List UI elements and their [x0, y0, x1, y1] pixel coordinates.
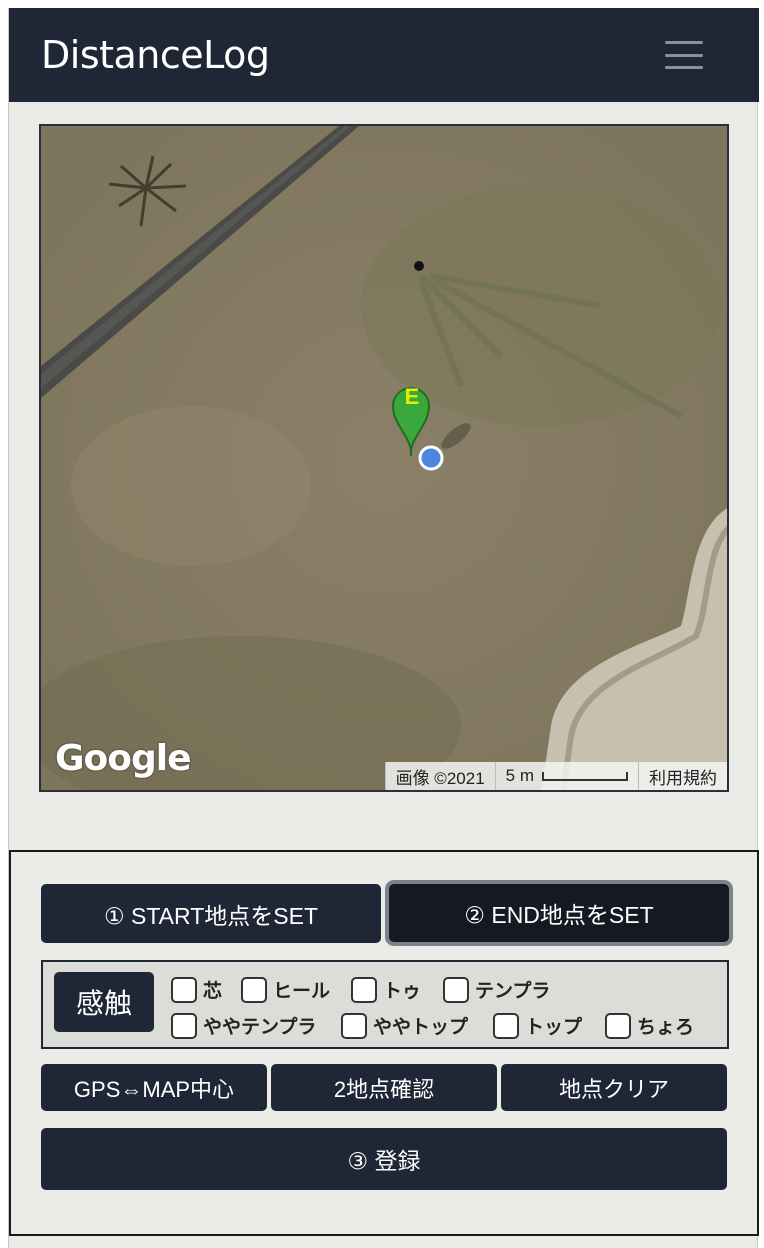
feel-checkbox-slight-top[interactable]: ややトップ — [341, 1012, 468, 1039]
brand-title[interactable]: DistanceLog — [41, 33, 270, 77]
checkbox-label: トップ — [525, 1017, 583, 1038]
map-imagery — [41, 126, 727, 790]
checkbox-label: トゥ — [383, 981, 422, 1002]
set-end-button[interactable]: ② END地点をSET — [385, 880, 733, 946]
feel-group: 感触 芯 ヒール トゥ テンプラ ややテンプラ ややトップ トップ ちょろ — [41, 960, 729, 1049]
checkbox[interactable] — [493, 1012, 519, 1039]
checkbox-label: 芯 — [203, 981, 223, 1002]
feel-checkbox-choro[interactable]: ちょろ — [605, 1012, 694, 1039]
checkbox[interactable] — [605, 1012, 631, 1039]
set-start-button[interactable]: ① START地点をSET — [41, 884, 381, 943]
checkbox[interactable] — [443, 976, 469, 1003]
hamburger-menu-icon[interactable] — [665, 41, 703, 69]
checkbox[interactable] — [171, 976, 197, 1003]
feel-checkbox-top[interactable]: トップ — [493, 1012, 582, 1039]
terms-link[interactable]: 利用規約 — [638, 762, 727, 790]
clear-points-button[interactable]: 地点クリア — [501, 1064, 727, 1111]
marker-label: E — [404, 384, 420, 409]
checkbox-label: ややトップ — [373, 1017, 469, 1038]
control-panel: ① START地点をSET ② END地点をSET 感触 芯 ヒール トゥ テン… — [9, 850, 759, 1236]
hamburger-line — [665, 41, 703, 44]
checkbox[interactable] — [341, 1012, 367, 1039]
feel-checkbox-heel[interactable]: ヒール — [241, 976, 330, 1003]
scale-label: 5 m — [505, 766, 534, 785]
feel-label: 感触 — [54, 972, 154, 1032]
hamburger-line — [665, 53, 703, 57]
checkbox-label: ちょろ — [637, 1017, 695, 1038]
map-footer: 画像 ©2021 5 m 利用規約 — [384, 762, 727, 790]
app-frame: DistanceLog E Google 画像 ©2021 5 m 利用規約 ①… — [8, 8, 759, 1248]
hamburger-line — [665, 66, 703, 69]
navbar: DistanceLog — [9, 8, 759, 102]
satellite-map[interactable]: E Google 画像 ©2021 5 m 利用規約 — [39, 124, 729, 792]
imagery-credit: 画像 ©2021 — [384, 762, 495, 790]
scale-bar[interactable]: 5 m — [494, 762, 638, 790]
gps-map-center-button[interactable]: GPS⇔MAP中心 — [41, 1064, 267, 1111]
register-button[interactable]: ③ 登録 — [41, 1128, 727, 1190]
scale-line — [542, 771, 628, 781]
checkbox[interactable] — [351, 976, 377, 1003]
feel-checkbox-toe[interactable]: トゥ — [351, 976, 421, 1003]
feel-checkbox-slight-tempura[interactable]: ややテンプラ — [171, 1012, 316, 1039]
google-logo: Google — [55, 738, 192, 779]
feel-checkbox-tempura[interactable]: テンプラ — [443, 976, 550, 1003]
checkbox[interactable] — [241, 976, 267, 1003]
feel-checkbox-sweet-spot[interactable]: 芯 — [171, 976, 222, 1003]
checkbox-label: ヒール — [273, 981, 331, 1002]
confirm-points-button[interactable]: 2地点確認 — [271, 1064, 497, 1111]
checkbox[interactable] — [171, 1012, 197, 1039]
checkbox-label: ややテンプラ — [203, 1017, 317, 1038]
checkbox-label: テンプラ — [475, 981, 551, 1002]
